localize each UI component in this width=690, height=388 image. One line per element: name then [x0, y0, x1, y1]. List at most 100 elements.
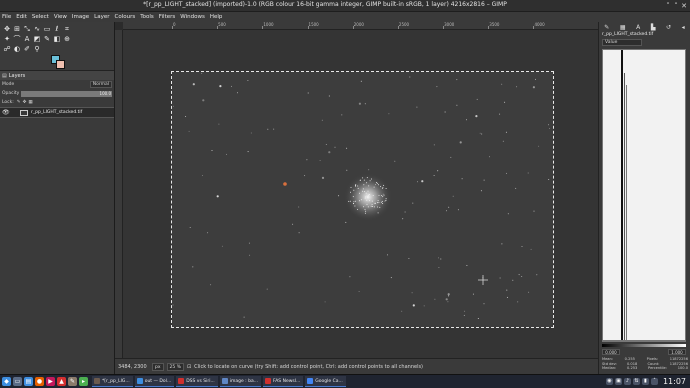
pdf-icon[interactable]: ▲	[57, 377, 66, 386]
menu-file[interactable]: File	[2, 14, 11, 20]
tab-layers[interactable]: Layers	[7, 73, 28, 79]
pointer-coordinates: 3484, 2300	[118, 363, 147, 370]
rect-select-icon[interactable]: ▭	[43, 25, 51, 33]
cluster-star	[366, 199, 368, 201]
layer-thumbnail	[20, 109, 28, 116]
menu-image[interactable]: Image	[72, 14, 89, 20]
maximize-icon[interactable]: ˄	[672, 2, 680, 10]
eraser-tool-icon[interactable]: ◧	[53, 35, 61, 43]
bucket-fill-icon[interactable]: ◩	[33, 35, 41, 43]
menu-select[interactable]: Select	[32, 14, 49, 20]
task-label: Google Ca...	[315, 378, 343, 384]
move-tool-icon[interactable]: ✥	[3, 25, 11, 33]
cluster-star	[373, 206, 375, 208]
file-manager-icon[interactable]: ▤	[24, 377, 33, 386]
lock-alpha-icon[interactable]: ▦	[28, 100, 32, 105]
menu-colours[interactable]: Colours	[114, 14, 135, 20]
menu-icon[interactable]: ◂	[682, 24, 685, 31]
opacity-label: Opacity	[2, 91, 20, 96]
terminal-icon[interactable]: ▸	[79, 377, 88, 386]
free-select-icon[interactable]: ℓ	[53, 25, 61, 33]
menu-edit[interactable]: Edit	[16, 14, 27, 20]
layer-row[interactable]: 👁 r_pp_LIGHT_stacked.tif	[0, 107, 114, 118]
zoom-select[interactable]: 25 %	[166, 362, 184, 371]
background-color-swatch[interactable]	[56, 60, 65, 69]
chevron-up-icon[interactable]: ˄	[650, 378, 658, 385]
opacity-slider[interactable]: 100.0	[21, 90, 112, 97]
taskbar-task[interactable]: DSS vs Siri...	[176, 376, 218, 387]
color-picker-icon[interactable]: ✐	[23, 45, 31, 53]
vertical-ruler[interactable]	[115, 30, 123, 358]
clone-tool-icon[interactable]: ⊕	[63, 35, 71, 43]
paths-tool-icon[interactable]: ⌒	[13, 35, 21, 43]
media-icon[interactable]: ▶	[46, 377, 55, 386]
dodge-tool-icon[interactable]: ◐	[13, 45, 21, 53]
taskbar-task[interactable]: image : ba...	[219, 376, 262, 387]
network-icon[interactable]: ⇅	[632, 378, 640, 385]
star	[404, 211, 406, 213]
task-app-icon	[265, 378, 272, 384]
star	[433, 144, 435, 146]
histogram-icon[interactable]: ▙	[651, 24, 656, 31]
layer-name[interactable]: r_pp_LIGHT_stacked.tif	[31, 110, 82, 115]
fuzzy-select-icon[interactable]: ✦	[3, 35, 11, 43]
app-launcher-icon[interactable]: ◆	[2, 377, 11, 386]
menu-view[interactable]: View	[54, 14, 67, 20]
align-tool-icon[interactable]: ⊞	[13, 25, 21, 33]
stat-value: 0.253	[627, 366, 638, 370]
taskbar-task[interactable]: *[r_pp_LIG...	[92, 376, 133, 387]
menu-tools[interactable]: Tools	[140, 14, 154, 20]
star	[549, 127, 551, 129]
firefox-icon[interactable]: ●	[35, 377, 44, 386]
star	[388, 113, 390, 115]
star	[307, 92, 309, 94]
text-tool-icon[interactable]: A	[23, 35, 31, 43]
lock-position-icon[interactable]: ✥	[23, 100, 27, 105]
brush-icon[interactable]: ✎	[604, 24, 609, 31]
ruler-label: 1000	[263, 22, 274, 27]
desktop-icon[interactable]: ▭	[13, 377, 22, 386]
horizontal-ruler[interactable]: 0 500 1000 1500 2000 2500 3000 3500 4000	[123, 22, 599, 30]
close-icon[interactable]: ✕	[680, 2, 688, 10]
zoom-tool-icon[interactable]: ⚲	[33, 45, 41, 53]
histogram-dock: ✎ ▦ A ▙ ↺ ◂ r_pp_LIGHT_stacked.tif Value…	[598, 22, 690, 374]
volume-icon[interactable]: ♪	[623, 378, 631, 385]
range-max[interactable]: 1.000	[668, 349, 686, 355]
menu-layer[interactable]: Layer	[94, 14, 109, 20]
clock[interactable]: 11:07	[663, 377, 686, 386]
tray-app-icon[interactable]: ◉	[605, 378, 613, 385]
mode-select[interactable]: Normal	[89, 81, 112, 88]
lock-pixels-icon[interactable]: ✎	[17, 100, 21, 105]
range-min[interactable]: 0.000	[602, 349, 620, 355]
taskbar-task[interactable]: Google Ca...	[305, 376, 346, 387]
star	[447, 293, 450, 296]
menu-help[interactable]: Help	[210, 14, 223, 20]
histogram-graph[interactable]	[602, 49, 686, 342]
eye-icon[interactable]: 👁	[2, 109, 10, 116]
brush-tool-icon[interactable]: ✎	[43, 35, 51, 43]
star	[402, 218, 404, 220]
star	[506, 289, 508, 291]
unit-select[interactable]: px	[152, 362, 164, 371]
star	[324, 301, 326, 303]
channel-select[interactable]: Value	[602, 39, 642, 46]
taskbar-task[interactable]: FAS Newsl...	[263, 376, 304, 387]
minimize-icon[interactable]: ˅	[664, 2, 672, 10]
menu-windows[interactable]: Windows	[180, 14, 205, 20]
pattern-icon[interactable]: ▦	[620, 24, 626, 31]
transform-tool-icon[interactable]: ⤡	[23, 25, 31, 33]
image-canvas[interactable]	[171, 71, 554, 328]
crop-tool-icon[interactable]: ⌗	[63, 25, 71, 33]
star	[528, 291, 530, 293]
history-icon[interactable]: ↺	[666, 24, 671, 31]
font-icon[interactable]: A	[636, 24, 640, 31]
battery-icon[interactable]: ▮	[641, 378, 649, 385]
image-viewport[interactable]	[123, 30, 599, 358]
cluster-star	[367, 190, 369, 192]
warp-tool-icon[interactable]: ∿	[33, 25, 41, 33]
menu-filters[interactable]: Filters	[159, 14, 176, 20]
taskbar-task[interactable]: out — Dol...	[134, 376, 175, 387]
clipboard-icon[interactable]: ▣	[614, 378, 622, 385]
smudge-tool-icon[interactable]: ☍	[3, 45, 11, 53]
gimp-icon[interactable]: ✎	[68, 377, 77, 386]
